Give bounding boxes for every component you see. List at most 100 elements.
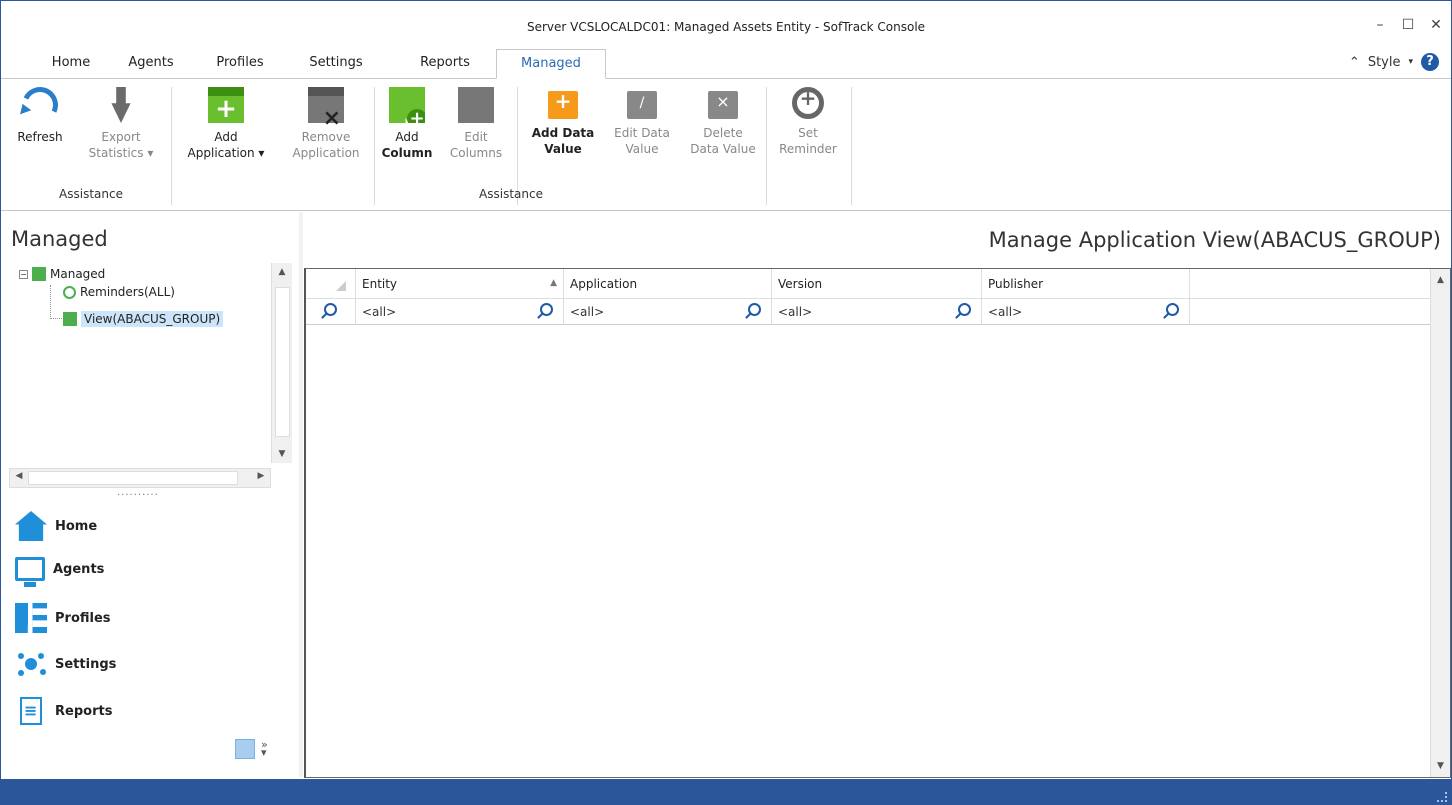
filter-row: <all> <all> <all> <all> xyxy=(306,299,1431,325)
filter-publisher[interactable]: <all> xyxy=(982,299,1190,325)
tree-vertical-scrollbar[interactable]: ▲ ▼ xyxy=(271,263,292,463)
pane-splitter[interactable]: .......... xyxy=(117,487,159,498)
tab-reports[interactable]: Reports xyxy=(405,49,485,79)
ribbon-separator xyxy=(374,87,375,205)
tree-node-managed[interactable]: − Managed xyxy=(19,267,105,281)
nav-label-home: Home xyxy=(55,518,98,534)
delete-data-value-label-1: Delete xyxy=(703,126,743,140)
scroll-down-arrow-icon[interactable]: ▼ xyxy=(1431,761,1450,771)
app-window: Server VCSLOCALDC01: Managed Assets Enti… xyxy=(0,0,1452,805)
close-button[interactable]: ✕ xyxy=(1429,17,1443,33)
nav-home[interactable]: Home xyxy=(15,511,97,541)
reminder-icon xyxy=(63,285,76,299)
set-reminder-button[interactable]: Set Reminder xyxy=(771,87,845,157)
grid-vertical-scrollbar[interactable]: ▲ ▼ xyxy=(1430,269,1450,777)
view-icon xyxy=(63,312,77,326)
edit-data-value-button[interactable]: Edit Data Value xyxy=(605,87,679,157)
export-label-1: Export xyxy=(101,130,141,144)
set-reminder-label-1: Set xyxy=(798,126,818,140)
pane-divider[interactable] xyxy=(299,212,303,777)
network-icon xyxy=(15,649,47,679)
filter-entity-value: <all> xyxy=(362,305,397,319)
set-reminder-label-2: Reminder xyxy=(779,142,837,156)
tree-label-reminders: Reminders(ALL) xyxy=(80,285,175,299)
tab-profiles[interactable]: Profiles xyxy=(209,49,271,79)
style-dropdown-icon: ▾ xyxy=(1408,57,1413,67)
tab-home[interactable]: Home xyxy=(41,49,101,79)
export-icon xyxy=(111,87,131,123)
edit-columns-icon xyxy=(458,87,494,123)
add-data-value-label-1: Add Data xyxy=(531,126,595,140)
collapse-ribbon-icon[interactable]: ⌃ xyxy=(1349,55,1360,70)
tab-settings[interactable]: Settings xyxy=(303,49,369,79)
scroll-right-arrow-icon[interactable]: ▶ xyxy=(254,471,268,481)
tab-agents[interactable]: Agents xyxy=(119,49,183,79)
left-pane-title: Managed xyxy=(11,227,108,251)
filter-version-value: <all> xyxy=(778,305,813,319)
search-icon[interactable] xyxy=(958,303,971,316)
column-header-publisher[interactable]: Publisher xyxy=(982,269,1190,299)
add-data-value-button[interactable]: Add Data Value xyxy=(525,87,601,157)
grid-header: Entity ▲ Application Version Publisher xyxy=(306,269,1431,299)
resize-grip-icon[interactable] xyxy=(1437,792,1447,802)
search-icon[interactable] xyxy=(748,303,761,316)
refresh-button[interactable]: Refresh xyxy=(15,81,65,145)
scroll-up-arrow-icon[interactable]: ▲ xyxy=(1431,275,1450,285)
column-header-entity[interactable]: Entity ▲ xyxy=(356,269,564,299)
collapse-icon[interactable]: − xyxy=(19,269,28,279)
configure-buttons-icon[interactable]: » ▾ xyxy=(261,739,268,758)
column-header-version[interactable]: Version xyxy=(772,269,982,299)
add-data-value-label-2: Value xyxy=(544,142,582,156)
tree-node-reminders[interactable]: Reminders(ALL) xyxy=(63,285,175,299)
reports-small-icon[interactable] xyxy=(235,739,255,759)
select-all-corner[interactable] xyxy=(306,269,356,299)
tree-label-view: View(ABACUS_GROUP) xyxy=(81,311,224,327)
export-statistics-button[interactable]: Export Statistics ▾ xyxy=(85,87,157,161)
add-column-label-2: Column xyxy=(381,146,433,160)
remove-app-label-1: Remove xyxy=(301,130,351,144)
tree-node-view-abacus-group[interactable]: View(ABACUS_GROUP) xyxy=(63,311,224,327)
remove-application-button[interactable]: Remove Application xyxy=(283,87,369,161)
edit-columns-button[interactable]: Edit Columns xyxy=(439,87,513,161)
column-header-application[interactable]: Application xyxy=(564,269,772,299)
nav-label-settings: Settings xyxy=(55,656,117,672)
edit-columns-label-1: Edit xyxy=(464,130,488,144)
scroll-thumb[interactable] xyxy=(275,287,290,437)
refresh-icon xyxy=(16,81,64,129)
filter-application-value: <all> xyxy=(570,305,605,319)
scroll-up-arrow-icon[interactable]: ▲ xyxy=(272,267,292,277)
delete-data-value-button[interactable]: Delete Data Value xyxy=(683,87,763,157)
nav-label-profiles: Profiles xyxy=(55,610,111,626)
column-label-entity: Entity xyxy=(362,277,398,291)
maximize-button[interactable]: ☐ xyxy=(1401,17,1415,33)
nav-settings[interactable]: Settings xyxy=(15,649,116,679)
tree-horizontal-scrollbar[interactable]: ◀ ▶ xyxy=(9,468,271,488)
tree-connector xyxy=(50,285,64,319)
add-application-button[interactable]: Add Application ▾ xyxy=(181,87,271,161)
alarm-clock-icon xyxy=(792,87,824,119)
scroll-left-arrow-icon[interactable]: ◀ xyxy=(12,471,26,481)
search-icon[interactable] xyxy=(540,303,553,316)
window-title: Server VCSLOCALDC01: Managed Assets Enti… xyxy=(526,20,926,34)
scroll-down-arrow-icon[interactable]: ▼ xyxy=(272,449,292,459)
filter-application[interactable]: <all> xyxy=(564,299,772,325)
add-app-label-1: Add xyxy=(214,130,238,144)
minimize-button[interactable]: – xyxy=(1373,17,1387,33)
filter-entity[interactable]: <all> xyxy=(356,299,564,325)
nav-reports[interactable]: Reports xyxy=(15,697,112,725)
help-icon[interactable]: ? xyxy=(1421,53,1439,71)
filter-row-icon-cell xyxy=(306,299,356,325)
ribbon-separator xyxy=(851,87,852,205)
status-bar xyxy=(1,779,1451,805)
group-label-assistance-1: Assistance xyxy=(59,187,123,201)
style-menu[interactable]: ⌃ Style ▾ ? xyxy=(1349,53,1439,71)
filter-version[interactable]: <all> xyxy=(772,299,982,325)
scroll-thumb[interactable] xyxy=(28,471,238,485)
edit-data-value-label-2: Value xyxy=(625,142,659,156)
add-column-button[interactable]: Add Column xyxy=(379,87,435,161)
search-icon[interactable] xyxy=(1166,303,1179,316)
ribbon-tabs: Home Agents Profiles Settings Reports Ma… xyxy=(1,49,1451,79)
nav-agents[interactable]: Agents xyxy=(15,557,104,587)
nav-profiles[interactable]: Profiles xyxy=(15,603,111,633)
tab-managed[interactable]: Managed xyxy=(496,49,606,79)
